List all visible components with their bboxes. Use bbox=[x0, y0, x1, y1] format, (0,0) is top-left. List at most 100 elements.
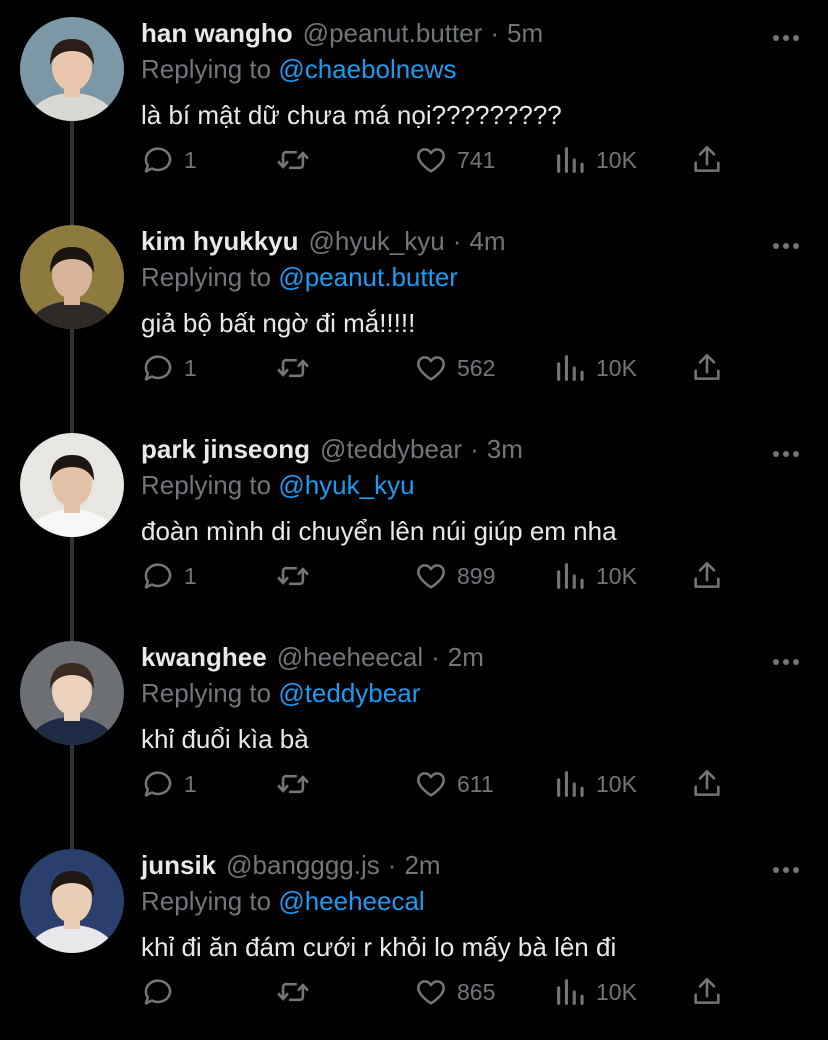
more-icon[interactable] bbox=[772, 238, 800, 249]
timestamp[interactable]: 3m bbox=[487, 434, 523, 465]
share-icon bbox=[694, 353, 720, 380]
replying-to: Replying to @hyuk_kyu bbox=[141, 470, 415, 501]
replying-to: Replying to @chaebolnews bbox=[141, 54, 456, 85]
user-handle[interactable]: @heeheecal bbox=[277, 642, 423, 673]
tweet[interactable]: junsik @bangggg.js · 2m Replying to @hee… bbox=[0, 832, 828, 1040]
separator-dot: · bbox=[490, 18, 499, 48]
avatar[interactable] bbox=[20, 433, 124, 537]
tweet[interactable]: kim hyukkyu @hyuk_kyu · 4m Replying to @… bbox=[0, 208, 828, 416]
avatar[interactable] bbox=[20, 849, 124, 953]
timestamp[interactable]: 4m bbox=[469, 226, 505, 257]
more-icon[interactable] bbox=[772, 862, 800, 873]
share-button[interactable] bbox=[690, 350, 724, 386]
view-count: 10K bbox=[596, 146, 637, 173]
retweet-icon bbox=[277, 774, 309, 794]
reply-button[interactable] bbox=[141, 974, 184, 1010]
user-handle[interactable]: @teddybear bbox=[320, 434, 462, 465]
retweet-button[interactable] bbox=[276, 350, 319, 386]
reply-icon bbox=[144, 147, 172, 173]
views-button[interactable]: 10K bbox=[553, 350, 637, 386]
like-icon bbox=[417, 564, 445, 589]
replying-to-label: Replying to bbox=[141, 470, 272, 500]
tweet-header: junsik @bangggg.js · 2m bbox=[141, 850, 441, 884]
views-button[interactable]: 10K bbox=[553, 558, 637, 594]
avatar[interactable] bbox=[20, 17, 124, 121]
reply-icon bbox=[144, 355, 172, 381]
reply-button[interactable]: 1 bbox=[141, 766, 197, 802]
avatar[interactable] bbox=[20, 225, 124, 329]
avatar-image bbox=[20, 225, 124, 329]
views-icon bbox=[557, 771, 584, 797]
share-icon bbox=[694, 769, 720, 796]
mention-link[interactable]: @chaebolnews bbox=[278, 54, 456, 84]
like-count: 865 bbox=[457, 978, 496, 1005]
user-handle[interactable]: @hyuk_kyu bbox=[309, 226, 445, 257]
more-icon[interactable] bbox=[772, 446, 800, 457]
retweet-icon bbox=[277, 358, 309, 378]
separator-dot: · bbox=[470, 434, 479, 464]
mention-link[interactable]: @peanut.butter bbox=[278, 262, 458, 292]
tweet-header: han wangho @peanut.butter · 5m bbox=[141, 18, 543, 52]
user-handle[interactable]: @peanut.butter bbox=[303, 18, 483, 49]
share-button[interactable] bbox=[690, 142, 724, 178]
display-name[interactable]: kim hyukkyu bbox=[141, 226, 299, 257]
tweet[interactable]: park jinseong @teddybear · 3m Replying t… bbox=[0, 416, 828, 624]
retweet-button[interactable] bbox=[276, 142, 319, 178]
retweet-icon bbox=[277, 982, 309, 1002]
retweet-button[interactable] bbox=[276, 766, 319, 802]
like-button[interactable]: 611 bbox=[414, 766, 494, 802]
like-button[interactable]: 562 bbox=[414, 350, 495, 386]
tweet[interactable]: kwanghee @heeheecal · 2m Replying to @te… bbox=[0, 624, 828, 832]
separator-dot: · bbox=[452, 226, 462, 256]
reply-count: 1 bbox=[184, 354, 197, 381]
reply-button[interactable]: 1 bbox=[141, 350, 197, 386]
timestamp[interactable]: 5m bbox=[507, 18, 543, 49]
replying-to-label: Replying to bbox=[141, 678, 272, 708]
views-icon bbox=[557, 563, 584, 589]
tweet-text: giả bộ bất ngờ đi mắ!!!!! bbox=[141, 308, 416, 338]
retweet-button[interactable] bbox=[276, 558, 319, 594]
display-name[interactable]: junsik bbox=[141, 850, 216, 881]
tweet-header: kim hyukkyu @hyuk_kyu · 4m bbox=[141, 226, 506, 260]
reply-button[interactable]: 1 bbox=[141, 558, 197, 594]
avatar[interactable] bbox=[20, 641, 124, 745]
share-button[interactable] bbox=[690, 974, 724, 1010]
reply-button[interactable]: 1 bbox=[141, 142, 197, 178]
tweet-header: park jinseong @teddybear · 3m bbox=[141, 434, 523, 468]
separator-dot: · bbox=[387, 850, 397, 880]
views-button[interactable]: 10K bbox=[553, 766, 637, 802]
display-name[interactable]: kwanghee bbox=[141, 642, 267, 673]
avatar-image bbox=[20, 17, 124, 121]
mention-link[interactable]: @teddybear bbox=[278, 678, 420, 708]
avatar-image bbox=[20, 641, 124, 745]
timestamp[interactable]: 2m bbox=[404, 850, 440, 881]
like-button[interactable]: 865 bbox=[414, 974, 495, 1010]
timestamp[interactable]: 2m bbox=[448, 642, 484, 673]
share-button[interactable] bbox=[690, 558, 724, 594]
views-button[interactable]: 10K bbox=[553, 974, 637, 1010]
like-button[interactable]: 741 bbox=[414, 142, 495, 178]
views-icon bbox=[557, 147, 584, 173]
replying-to: Replying to @teddybear bbox=[141, 678, 420, 709]
display-name[interactable]: han wangho bbox=[141, 18, 293, 49]
tweet-text: là bí mật dữ chưa má nọi????????? bbox=[141, 100, 562, 130]
views-button[interactable]: 10K bbox=[553, 142, 637, 178]
like-button[interactable]: 899 bbox=[414, 558, 495, 594]
reply-thread: han wangho @peanut.butter · 5m Replying … bbox=[0, 0, 828, 1039]
avatar-image bbox=[20, 433, 124, 537]
like-icon bbox=[417, 148, 445, 173]
tweet-text: đoàn mình di chuyển lên núi giúp em nha bbox=[141, 516, 617, 546]
like-icon bbox=[417, 356, 445, 381]
display-name[interactable]: park jinseong bbox=[141, 434, 310, 465]
mention-link[interactable]: @hyuk_kyu bbox=[278, 470, 414, 500]
share-button[interactable] bbox=[690, 766, 724, 802]
like-icon bbox=[417, 980, 445, 1005]
user-handle[interactable]: @bangggg.js bbox=[226, 850, 380, 881]
more-icon[interactable] bbox=[772, 654, 800, 665]
retweet-icon bbox=[277, 566, 309, 586]
retweet-button[interactable] bbox=[276, 974, 319, 1010]
tweet-text: khỉ đuổi kìa bà bbox=[141, 724, 309, 754]
mention-link[interactable]: @heeheecal bbox=[278, 886, 424, 916]
tweet[interactable]: han wangho @peanut.butter · 5m Replying … bbox=[0, 0, 828, 208]
more-icon[interactable] bbox=[772, 30, 800, 41]
